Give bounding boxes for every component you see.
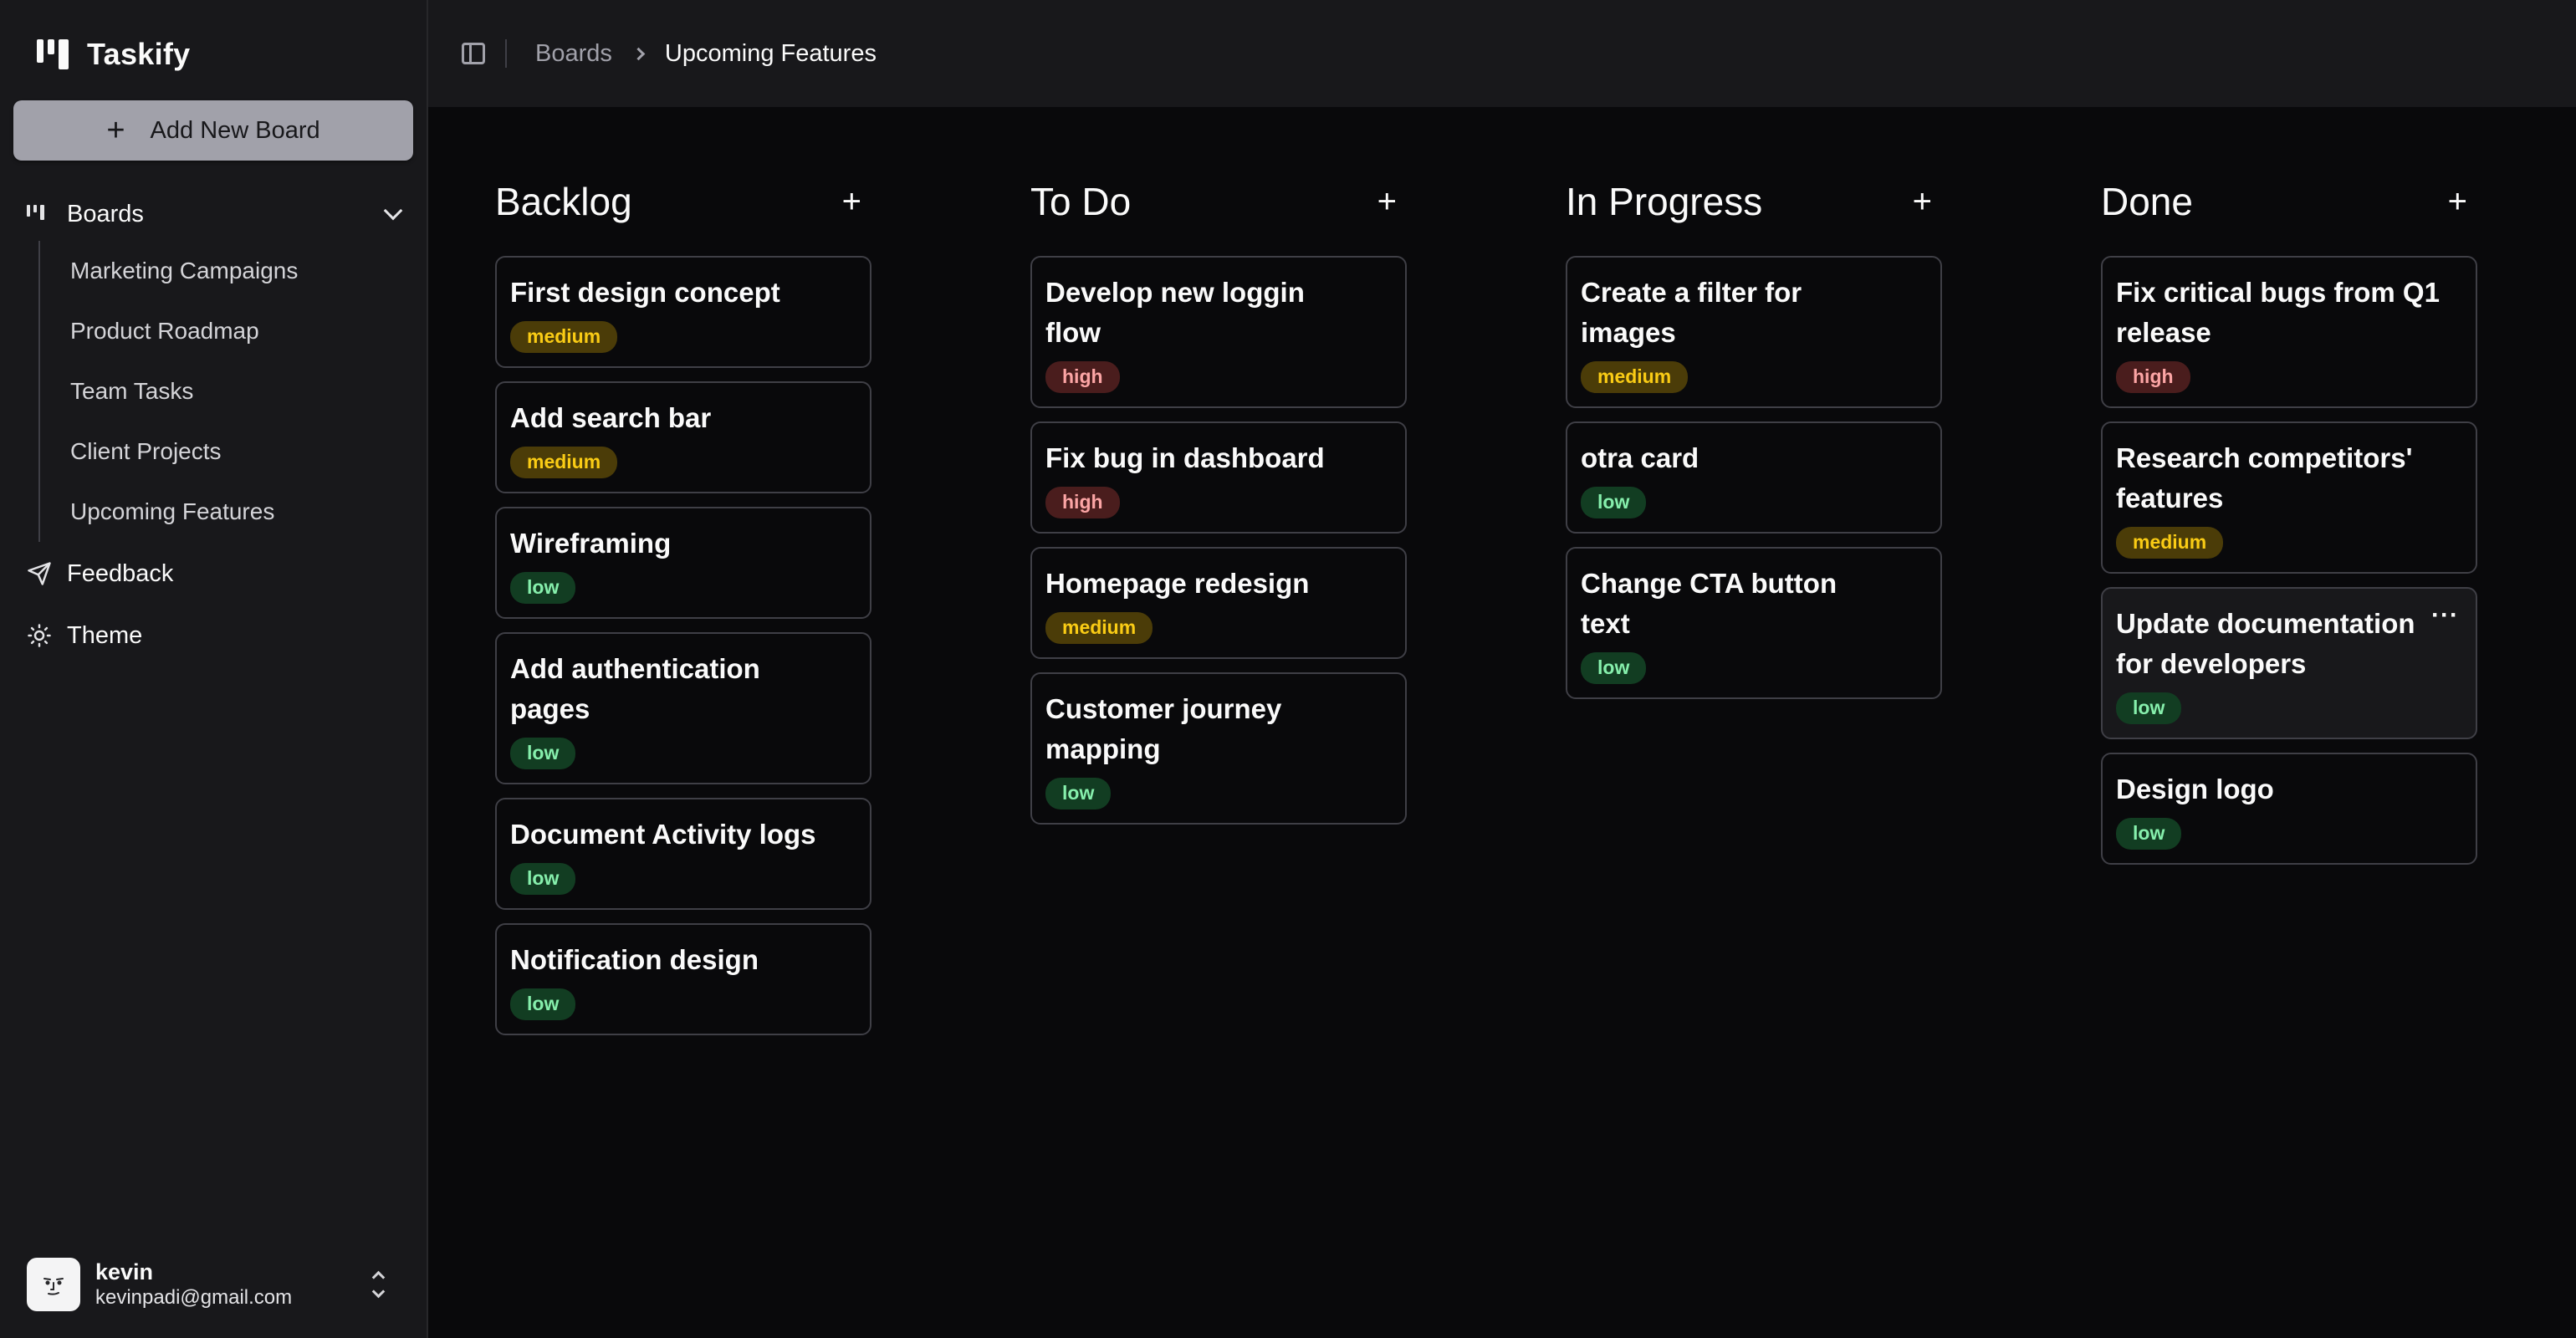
plus-icon[interactable]: + — [2448, 183, 2467, 221]
card-title: Design logo — [2116, 774, 2274, 804]
priority-badge: low — [510, 863, 576, 895]
priority-badge: low — [510, 988, 576, 1020]
kanban-icon — [27, 205, 67, 223]
user-menu[interactable]: kevin kevinpadi@gmail.com — [27, 1256, 405, 1313]
priority-badge: medium — [1581, 361, 1689, 393]
kanban-logo-icon — [37, 39, 69, 69]
plus-icon[interactable]: + — [1377, 183, 1397, 221]
card-title: Homepage redesign — [1045, 568, 1310, 599]
sidebar-item-client-projects[interactable]: Client Projects — [40, 421, 405, 482]
sidebar-item-theme[interactable]: Theme — [27, 615, 405, 656]
user-name: kevin — [95, 1259, 154, 1285]
sun-icon — [27, 623, 67, 648]
divider — [505, 39, 507, 68]
priority-badge: medium — [2116, 527, 2224, 559]
task-card[interactable]: First design concept medium — [495, 256, 871, 368]
task-card[interactable]: Develop new loggin flow high — [1030, 256, 1407, 408]
priority-badge: low — [510, 572, 576, 604]
send-icon — [27, 561, 67, 586]
chevrons-up-down-icon[interactable] — [371, 1270, 386, 1299]
sidebar-item-boards[interactable]: Boards — [27, 194, 405, 234]
priority-badge: low — [1045, 778, 1112, 809]
add-new-board-button[interactable]: + Add New Board — [13, 100, 413, 161]
column-backlog: Backlog + First design concept medium Ad… — [495, 174, 871, 1049]
priority-badge: high — [2116, 361, 2190, 393]
column-title: Backlog — [495, 180, 632, 223]
plus-icon[interactable]: + — [842, 183, 861, 221]
breadcrumb-boards[interactable]: Boards — [535, 40, 612, 68]
card-title: Create a filter for images — [1581, 277, 1802, 348]
task-card[interactable]: Fix critical bugs from Q1 release high — [2101, 256, 2477, 408]
column-title: In Progress — [1566, 180, 1763, 223]
task-card[interactable]: Design logo low — [2101, 753, 2477, 865]
sidebar-item-label: Theme — [67, 621, 143, 649]
card-title: Add search bar — [510, 402, 712, 433]
sidebar-item-team-tasks[interactable]: Team Tasks — [40, 361, 405, 421]
card-title: Change CTA button text — [1581, 568, 1837, 639]
column-done: Done + Fix critical bugs from Q1 release… — [2101, 174, 2477, 878]
top-bar: Boards Upcoming Features — [428, 0, 2576, 107]
card-title: Research competitors' features — [2116, 442, 2413, 513]
task-card[interactable]: Add authentication pages low — [495, 632, 871, 784]
app-name: Taskify — [87, 37, 191, 71]
task-card[interactable]: Wireframing low — [495, 507, 871, 619]
card-title: Wireframing — [510, 528, 672, 559]
priority-badge: high — [1045, 361, 1120, 393]
priority-badge: high — [1045, 487, 1120, 518]
boards-list: Marketing Campaigns Product Roadmap Team… — [38, 241, 405, 542]
sidebar: Taskify + Add New Board Boards Marketing… — [0, 0, 428, 1338]
task-card[interactable]: Homepage redesign medium — [1030, 547, 1407, 659]
priority-badge: medium — [510, 321, 618, 353]
task-card[interactable]: otra card low — [1566, 421, 1942, 534]
priority-badge: low — [1581, 487, 1647, 518]
priority-badge: medium — [510, 447, 618, 478]
sidebar-item-feedback[interactable]: Feedback — [27, 554, 405, 594]
column-to-do: To Do + Develop new loggin flow high Fix… — [1030, 174, 1407, 838]
add-new-board-label: Add New Board — [150, 116, 320, 144]
user-info: kevin kevinpadi@gmail.com — [95, 1259, 292, 1310]
user-email: kevinpadi@gmail.com — [95, 1285, 293, 1309]
task-card[interactable]: Fix bug in dashboard high — [1030, 421, 1407, 534]
card-title: First design concept — [510, 277, 780, 308]
sidebar-item-label: Boards — [67, 200, 144, 227]
card-title: Update documentation for developers — [2116, 608, 2415, 679]
avatar — [27, 1258, 80, 1311]
plus-icon: + — [106, 113, 125, 148]
brand[interactable]: Taskify — [37, 33, 191, 75]
card-title: Document Activity logs — [510, 819, 816, 850]
task-card[interactable]: Change CTA button text low — [1566, 547, 1942, 699]
task-card[interactable]: Notification design low — [495, 923, 871, 1035]
task-card[interactable]: Create a filter for images medium — [1566, 256, 1942, 408]
task-card[interactable]: Update documentation for developers low … — [2101, 587, 2477, 739]
panel-left-icon[interactable] — [462, 43, 485, 64]
card-title: Fix critical bugs from Q1 release — [2116, 277, 2440, 348]
plus-icon[interactable]: + — [1913, 183, 1932, 221]
card-title: Fix bug in dashboard — [1045, 442, 1325, 473]
priority-badge: low — [2116, 818, 2182, 850]
more-horizontal-icon[interactable]: ··· — [2431, 603, 2459, 628]
task-card[interactable]: Research competitors' features medium — [2101, 421, 2477, 574]
task-card[interactable]: Add search bar medium — [495, 381, 871, 493]
chevron-down-icon[interactable] — [383, 201, 403, 221]
column-title: Done — [2101, 180, 2193, 223]
card-title: otra card — [1581, 442, 1699, 473]
sidebar-item-product-roadmap[interactable]: Product Roadmap — [40, 301, 405, 361]
sidebar-item-marketing-campaigns[interactable]: Marketing Campaigns — [40, 241, 405, 301]
chevron-right-icon — [631, 47, 646, 60]
card-title: Add authentication pages — [510, 653, 760, 724]
column-in-progress: In Progress + Create a filter for images… — [1566, 174, 1942, 712]
sidebar-item-label: Feedback — [67, 559, 174, 587]
task-card[interactable]: Document Activity logs low — [495, 798, 871, 910]
column-title: To Do — [1030, 180, 1132, 223]
task-card[interactable]: Customer journey mapping low — [1030, 672, 1407, 825]
priority-badge: low — [2116, 692, 2182, 724]
priority-badge: low — [510, 738, 576, 769]
sidebar-item-upcoming-features[interactable]: Upcoming Features — [40, 482, 405, 542]
card-title: Develop new loggin flow — [1045, 277, 1305, 348]
priority-badge: medium — [1045, 612, 1153, 644]
card-title: Customer journey mapping — [1045, 693, 1282, 764]
breadcrumb-current: Upcoming Features — [664, 39, 877, 67]
card-title: Notification design — [510, 944, 759, 975]
priority-badge: low — [1581, 652, 1647, 684]
